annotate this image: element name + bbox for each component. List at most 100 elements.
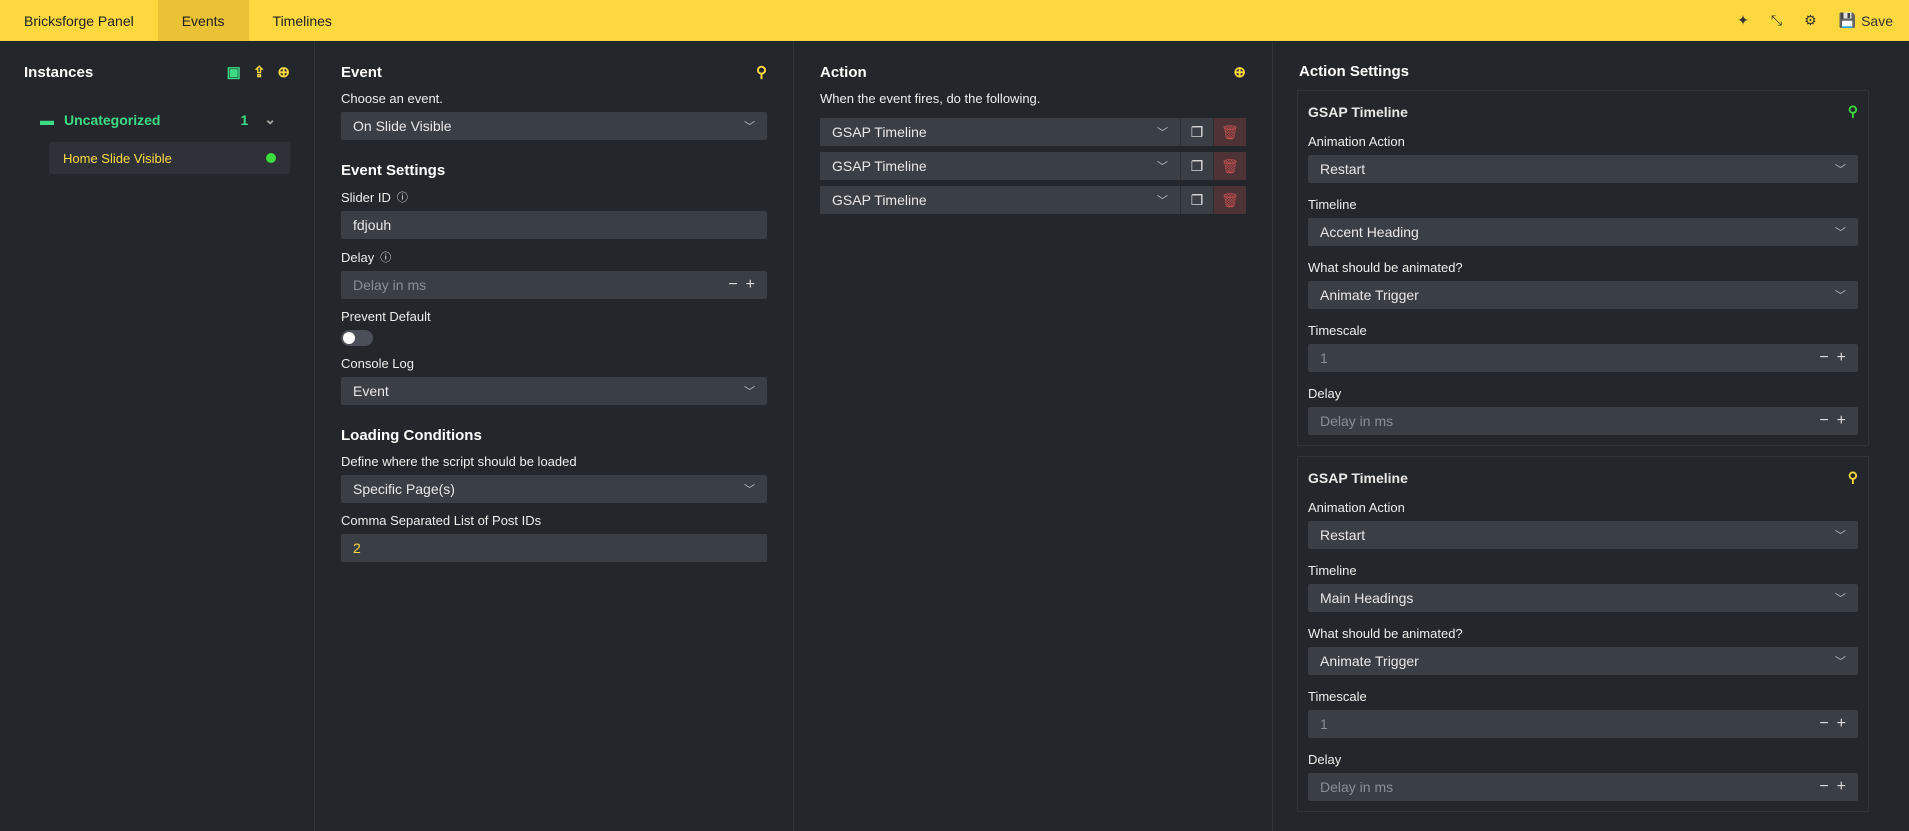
event-select[interactable]: On Slide Visible ﹀: [341, 112, 767, 140]
delay-placeholder: Delay in ms: [1320, 413, 1394, 429]
minus-icon[interactable]: −: [1819, 778, 1828, 796]
animation-action-select[interactable]: Restart ﹀: [1308, 521, 1858, 549]
action-select[interactable]: GSAP Timeline ﹀: [820, 118, 1180, 146]
add-folder-icon[interactable]: ▣: [227, 63, 241, 81]
chevron-down-icon: ﹀: [1835, 290, 1846, 302]
collapse-icon[interactable]: ⤡: [1771, 12, 1782, 29]
animate-select[interactable]: Animate Trigger ﹀: [1308, 647, 1858, 675]
chevron-down-icon: ﹀: [1157, 127, 1168, 139]
delay-label: Delay: [1308, 386, 1342, 401]
action-settings-card: GSAP Timeline ⚲ Animation Action Restart ﹀…: [1297, 456, 1869, 812]
chevron-down-icon: ﹀: [744, 484, 755, 496]
delay-input[interactable]: Delay in ms − +: [341, 271, 767, 299]
animate-select[interactable]: Animate Trigger ﹀: [1308, 281, 1858, 309]
chevron-down-icon: ﹀: [1835, 593, 1846, 605]
delay-input[interactable]: Delay in ms − +: [1308, 407, 1858, 435]
plus-icon[interactable]: +: [1837, 412, 1846, 430]
chevron-down-icon: ﹀: [1835, 530, 1846, 542]
delay-input[interactable]: Delay in ms − +: [1308, 773, 1858, 801]
console-log-label: Console Log: [341, 356, 414, 371]
slider-id-value: fdjouh: [353, 217, 392, 233]
action-row: GSAP Timeline ﹀ ❐ 🗑: [820, 186, 1246, 214]
define-select[interactable]: Specific Page(s) ﹀: [341, 475, 767, 503]
sparkle-icon[interactable]: ✦: [1737, 12, 1749, 29]
chevron-down-icon: ﹀: [1835, 227, 1846, 239]
timescale-input[interactable]: 1 − +: [1308, 710, 1858, 738]
timeline-select[interactable]: Main Headings ﹀: [1308, 584, 1858, 612]
status-dot: [266, 153, 276, 163]
animation-action-value: Restart: [1320, 527, 1366, 543]
console-log-select[interactable]: Event ﹀: [341, 377, 767, 405]
duplicate-button[interactable]: ❐: [1180, 152, 1213, 180]
instance-item[interactable]: Home Slide Visible: [49, 142, 290, 174]
chevron-down-icon: ﹀: [1157, 161, 1168, 173]
post-ids-value: 2: [353, 540, 361, 556]
instances-panel: Instances ▣ ⇪ ⊕ ▬ Uncategorized 1 ⌄ Home…: [0, 41, 315, 831]
action-title: Action: [820, 63, 867, 81]
delay-placeholder: Delay in ms: [353, 277, 427, 293]
action-select[interactable]: GSAP Timeline ﹀: [820, 152, 1180, 180]
plus-icon[interactable]: +: [1837, 715, 1846, 733]
plus-icon[interactable]: +: [1837, 778, 1846, 796]
event-title: Event: [341, 63, 382, 81]
add-action-icon[interactable]: ⊕: [1233, 63, 1246, 81]
upload-icon[interactable]: ⇪: [253, 63, 266, 81]
chevron-down-icon[interactable]: ⌄: [264, 111, 276, 128]
trash-icon: 🗑: [1221, 157, 1239, 174]
action-row: GSAP Timeline ﹀ ❐ 🗑: [820, 118, 1246, 146]
settings-toggle-icon[interactable]: ⚲: [756, 63, 767, 81]
delete-button[interactable]: 🗑: [1213, 186, 1246, 214]
duplicate-button[interactable]: ❐: [1180, 186, 1213, 214]
brand-label: Bricksforge Panel: [24, 12, 134, 29]
tab-timelines[interactable]: Timelines: [249, 0, 356, 41]
action-settings-panel: Action Settings GSAP Timeline ⚲ Animation…: [1273, 41, 1909, 831]
prevent-default-label: Prevent Default: [341, 309, 431, 324]
action-select[interactable]: GSAP Timeline ﹀: [820, 186, 1180, 214]
timeline-value: Main Headings: [1320, 590, 1414, 606]
action-desc: When the event fires, do the following.: [820, 91, 1041, 106]
gear-icon[interactable]: ⚙: [1804, 12, 1817, 29]
tab-events[interactable]: Events: [157, 0, 249, 41]
animation-action-select[interactable]: Restart ﹀: [1308, 155, 1858, 183]
instances-title: Instances: [24, 63, 94, 81]
action-panel: Action ⊕ When the event fires, do the fo…: [794, 41, 1273, 831]
animate-value: Animate Trigger: [1320, 287, 1419, 303]
action-select-value: GSAP Timeline: [832, 158, 927, 174]
chevron-down-icon: ﹀: [1157, 195, 1168, 207]
info-icon: ⓘ: [380, 252, 392, 264]
chevron-down-icon: ﹀: [744, 386, 755, 398]
animate-label: What should be animated?: [1308, 260, 1463, 275]
minus-icon[interactable]: −: [1819, 349, 1828, 367]
save-button[interactable]: 💾 Save: [1839, 12, 1893, 29]
action-settings-title: Action Settings: [1299, 63, 1410, 80]
delete-button[interactable]: 🗑: [1213, 118, 1246, 146]
slider-id-input[interactable]: fdjouh: [341, 211, 767, 239]
copy-icon: ❐: [1190, 191, 1204, 208]
console-log-value: Event: [353, 383, 389, 399]
slider-id-label: Slider ID: [341, 189, 391, 205]
delete-button[interactable]: 🗑: [1213, 152, 1246, 180]
info-icon: ⓘ: [396, 192, 408, 204]
timescale-value: 1: [1320, 350, 1328, 366]
action-settings-card: GSAP Timeline ⚲ Animation Action Restart ﹀…: [1297, 90, 1869, 446]
prevent-default-toggle[interactable]: [341, 330, 373, 346]
duplicate-button[interactable]: ❐: [1180, 118, 1213, 146]
minus-icon[interactable]: −: [728, 276, 737, 294]
timeline-select[interactable]: Accent Heading ﹀: [1308, 218, 1858, 246]
post-ids-input[interactable]: 2: [341, 534, 767, 562]
plus-icon[interactable]: +: [1837, 349, 1846, 367]
settings-toggle-icon[interactable]: ⚲: [1848, 469, 1858, 486]
chevron-down-icon: ﹀: [1835, 656, 1846, 668]
timeline-label: Timeline: [1308, 197, 1357, 212]
folder-uncategorized[interactable]: ▬ Uncategorized 1 ⌄: [24, 111, 290, 128]
minus-icon[interactable]: −: [1819, 412, 1828, 430]
plus-icon[interactable]: +: [746, 276, 755, 294]
card-title: GSAP Timeline: [1308, 469, 1408, 486]
minus-icon[interactable]: −: [1819, 715, 1828, 733]
animation-action-label: Animation Action: [1308, 134, 1405, 149]
delay-placeholder: Delay in ms: [1320, 779, 1394, 795]
chevron-down-icon: ﹀: [1835, 164, 1846, 176]
add-instance-icon[interactable]: ⊕: [277, 63, 290, 81]
timescale-input[interactable]: 1 − +: [1308, 344, 1858, 372]
settings-toggle-icon[interactable]: ⚲: [1848, 103, 1858, 120]
